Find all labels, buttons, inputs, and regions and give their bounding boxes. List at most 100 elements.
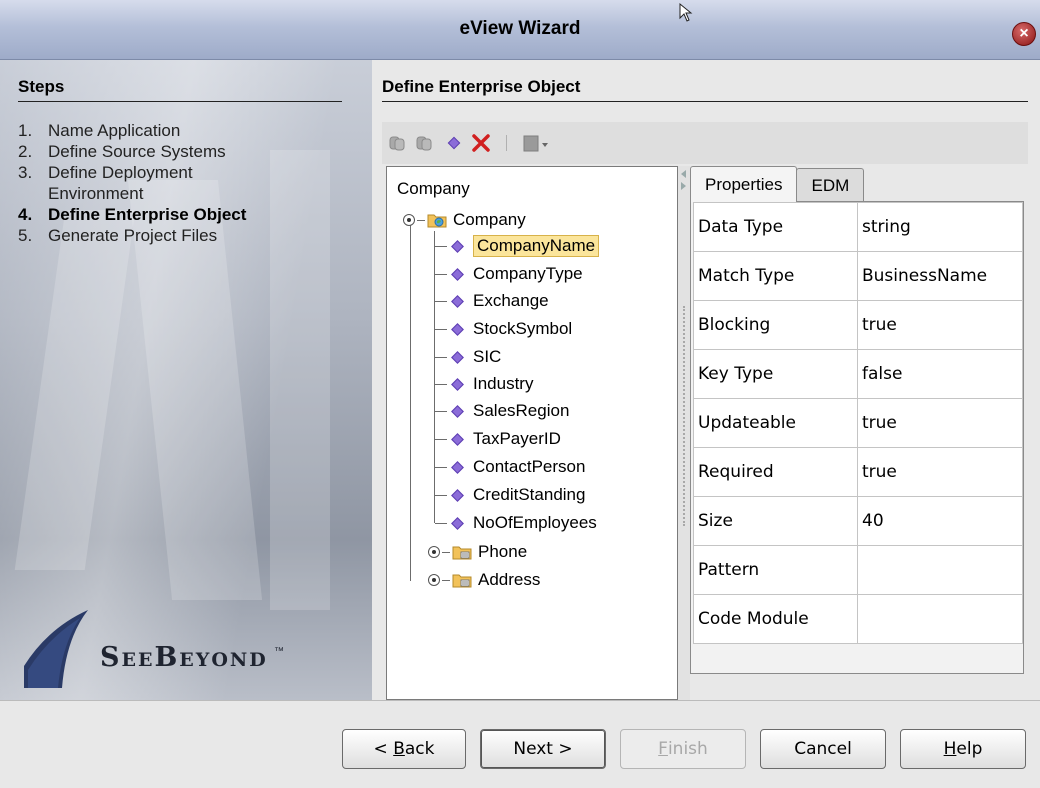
logo-swoosh-icon [24, 610, 88, 688]
tree-field-item[interactable]: CreditStanding [451, 482, 586, 508]
property-value[interactable]: 40 [857, 496, 1023, 546]
tab-edm[interactable]: EDM [796, 168, 865, 202]
next-button[interactable]: Next > [480, 729, 606, 769]
field-diamond-icon [451, 322, 464, 336]
step-label: Name Application [48, 121, 181, 140]
page-title: Define Enterprise Object [382, 77, 1028, 102]
field-diamond-icon [451, 432, 464, 446]
step-number: 5. [18, 226, 33, 245]
tab-properties[interactable]: Properties [690, 166, 798, 202]
seebeyond-logo: SeeBeyond ™ [18, 608, 358, 688]
tree-field-item[interactable]: ContactPerson [451, 454, 585, 480]
delete-icon[interactable] [469, 131, 493, 155]
property-value[interactable]: true [857, 398, 1023, 448]
tree-field-item[interactable]: CompanyType [451, 261, 583, 287]
tree-field-label-selected: CompanyName [473, 235, 600, 257]
collapse-left-icon[interactable] [681, 170, 686, 178]
add-object-icon[interactable] [388, 131, 412, 155]
background-building [14, 210, 136, 570]
toolbar-separator [506, 135, 507, 151]
step-number: 3. [18, 163, 33, 182]
tree-field-item[interactable]: TaxPayerID [451, 426, 561, 452]
tree-field-label: StockSymbol [473, 319, 573, 338]
tree-node-company[interactable]: Company [403, 207, 526, 233]
property-name: Blocking [693, 300, 858, 350]
tree-node-phone[interactable]: Phone [428, 539, 527, 565]
help-button[interactable]: Help [900, 729, 1026, 769]
tree-connector [435, 329, 447, 330]
tree-field-label: Industry [473, 374, 534, 393]
tree-field-item[interactable]: NoOfEmployees [451, 510, 597, 536]
expand-toggle-icon[interactable] [428, 574, 440, 586]
property-name: Key Type [693, 349, 858, 399]
field-diamond-icon [451, 516, 464, 530]
step-label: Generate Project Files [48, 226, 218, 245]
tree-field-label: CompanyType [473, 264, 583, 283]
finish-button-label: inish [667, 739, 708, 759]
collapse-right-icon[interactable] [681, 182, 686, 190]
property-value[interactable]: false [857, 349, 1023, 399]
close-button[interactable]: × [1012, 22, 1036, 46]
tree-node-label: Address [478, 570, 541, 589]
property-value[interactable]: true [857, 447, 1023, 497]
button-bar: < Back Next > Finish Cancel Help [0, 700, 1040, 788]
tree-field-item[interactable]: SalesRegion [451, 398, 570, 424]
tree-node-label: Phone [478, 542, 528, 561]
property-name: Match Type [693, 251, 858, 301]
tree-connector [410, 225, 411, 581]
tree-connector [435, 357, 447, 358]
cancel-button[interactable]: Cancel [760, 729, 886, 769]
table-row: Pattern [693, 545, 1023, 595]
finish-button[interactable]: Finish [620, 729, 746, 769]
tree-connector [435, 523, 447, 524]
step-label: Define Source Systems [48, 142, 226, 161]
expand-toggle-icon[interactable] [403, 214, 415, 226]
property-value[interactable]: BusinessName [857, 251, 1023, 301]
expand-toggle-icon[interactable] [428, 546, 440, 558]
tree-field-item[interactable]: SIC [451, 344, 501, 370]
title-bar: eView Wizard × [0, 0, 1040, 60]
tree-field-item[interactable]: Industry [451, 371, 534, 397]
field-diamond-icon [451, 239, 464, 253]
step-item-current: 4. Define Enterprise Object [18, 204, 358, 225]
main-panel: Define Enterprise Object Company Company… [372, 60, 1040, 700]
tree-field-label: CreditStanding [473, 485, 586, 504]
templates-icon[interactable] [520, 131, 554, 155]
add-field-icon[interactable] [442, 131, 466, 155]
tree-connector [435, 467, 447, 468]
object-tree[interactable]: Company Company CompanyName CompanyType … [386, 166, 678, 700]
step-number: 1. [18, 121, 33, 140]
property-value[interactable] [857, 545, 1023, 595]
add-sub-object-icon[interactable] [415, 131, 439, 155]
tree-field-item[interactable]: StockSymbol [451, 316, 573, 342]
tree-field-label: Exchange [473, 291, 549, 310]
tree-node-label: Company [453, 210, 526, 229]
tree-node-address[interactable]: Address [428, 567, 540, 593]
field-diamond-icon [451, 404, 464, 418]
tree-field-item[interactable]: CompanyName [451, 233, 600, 259]
panel-splitter[interactable] [678, 166, 690, 700]
table-row: Key Type false [693, 349, 1023, 399]
step-number: 2. [18, 142, 33, 161]
property-value[interactable]: true [857, 300, 1023, 350]
tree-field-label: SalesRegion [473, 401, 570, 420]
splitter-grip[interactable] [683, 306, 685, 526]
back-button-label: ack [404, 739, 435, 759]
tree-field-label: TaxPayerID [473, 429, 561, 448]
help-button-label: elp [956, 739, 983, 759]
tree-field-item[interactable]: Exchange [451, 288, 549, 314]
back-button[interactable]: < Back [342, 729, 466, 769]
property-tabs: Properties EDM [690, 166, 865, 202]
step-label: Define Enterprise Object [48, 205, 247, 224]
property-value[interactable]: string [857, 202, 1023, 252]
back-button-prefix: < [373, 739, 394, 759]
property-name: Updateable [693, 398, 858, 448]
property-value[interactable] [857, 594, 1023, 644]
window-title: eView Wizard [459, 18, 581, 39]
table-row: Match Type BusinessName [693, 251, 1023, 301]
table-row: Code Module [693, 594, 1023, 644]
toolbar [382, 122, 1028, 164]
logo-text: SeeBeyond [100, 642, 268, 673]
properties-panel: Data Type string Match Type BusinessName B… [690, 201, 1024, 674]
folder-icon [452, 574, 472, 588]
